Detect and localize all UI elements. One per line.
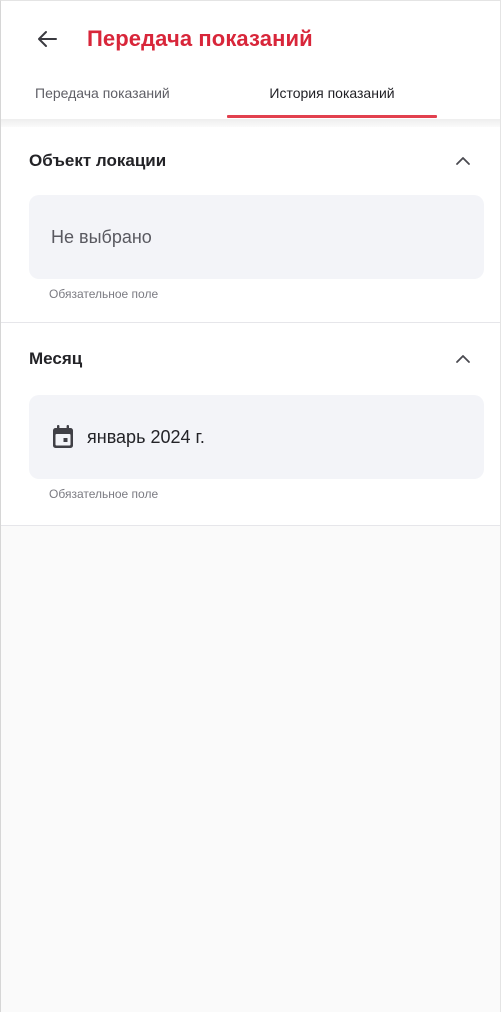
section-title: Объект локации — [29, 151, 167, 170]
tab-readings-history[interactable]: История показаний — [227, 77, 437, 119]
field-placeholder: Не выбрано — [51, 226, 152, 247]
month-picker[interactable]: январь 2024 г. — [29, 395, 484, 479]
chevron-up-icon[interactable] — [452, 150, 474, 172]
page-title: Передача показаний — [87, 26, 313, 51]
selected-month-value: январь 2024 г. — [87, 426, 205, 447]
section-location-object: Объект локации Не выбрано Обязательное п… — [1, 127, 500, 323]
calendar-icon — [53, 425, 73, 448]
top-bar: Передача показаний — [1, 1, 500, 77]
section-title: Месяц — [29, 349, 83, 368]
section-month: Месяц январь 2024 г. Обязательное поле — [1, 323, 500, 526]
required-hint: Обязательное поле — [49, 287, 159, 301]
app-header: Передача показаний Передача показаний Ис… — [1, 1, 500, 119]
section-header[interactable]: Месяц — [1, 323, 500, 395]
arrow-left-icon — [38, 31, 57, 47]
chevron-up-icon[interactable] — [452, 348, 474, 370]
active-tab-indicator — [227, 115, 437, 118]
location-object-select[interactable]: Не выбрано — [29, 195, 484, 279]
header-shadow — [1, 119, 500, 127]
back-button[interactable] — [31, 23, 63, 55]
tab-submit-readings[interactable]: Передача показаний — [35, 77, 170, 119]
required-hint: Обязательное поле — [49, 487, 159, 501]
app-screen: Передача показаний Передача показаний Ис… — [0, 0, 501, 1012]
section-header[interactable]: Объект локации — [1, 127, 500, 195]
tab-bar: Передача показаний История показаний — [1, 77, 500, 119]
